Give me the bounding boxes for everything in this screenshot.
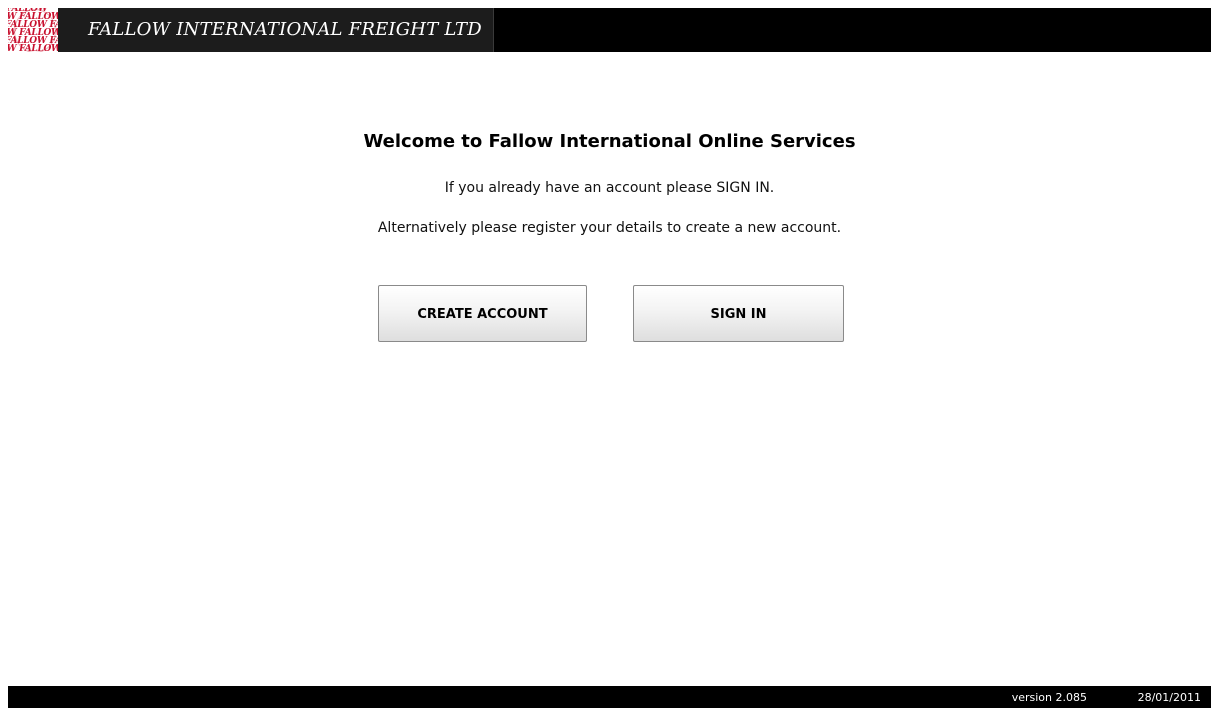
signin-instruction-text: If you already have an account please SI…: [444, 180, 775, 196]
brand-title: FALLOW INTERNATIONAL FREIGHT LTD: [88, 19, 482, 40]
main-content: Welcome to Fallow International Online S…: [8, 52, 1211, 686]
build-date-label: 28/01/2011: [1137, 691, 1201, 704]
sign-in-button[interactable]: SIGN IN: [633, 285, 844, 342]
header-bar: FALLOW OW FALLOW FALLOW FA OW FALLOW FAL…: [8, 8, 1211, 52]
footer-bar: version 2.085 28/01/2011: [8, 686, 1211, 708]
create-account-button[interactable]: CREATE ACCOUNT: [378, 285, 587, 342]
version-label: version 2.085: [1011, 691, 1087, 704]
header-title-box: FALLOW OW FALLOW FALLOW FA OW FALLOW FAL…: [8, 8, 494, 52]
register-instruction-text: Alternatively please register your detai…: [377, 220, 842, 236]
app-frame: FALLOW OW FALLOW FALLOW FA OW FALLOW FAL…: [8, 8, 1211, 708]
company-logo: FALLOW OW FALLOW FALLOW FA OW FALLOW FAL…: [8, 8, 58, 52]
page-title: Welcome to Fallow International Online S…: [363, 131, 856, 152]
